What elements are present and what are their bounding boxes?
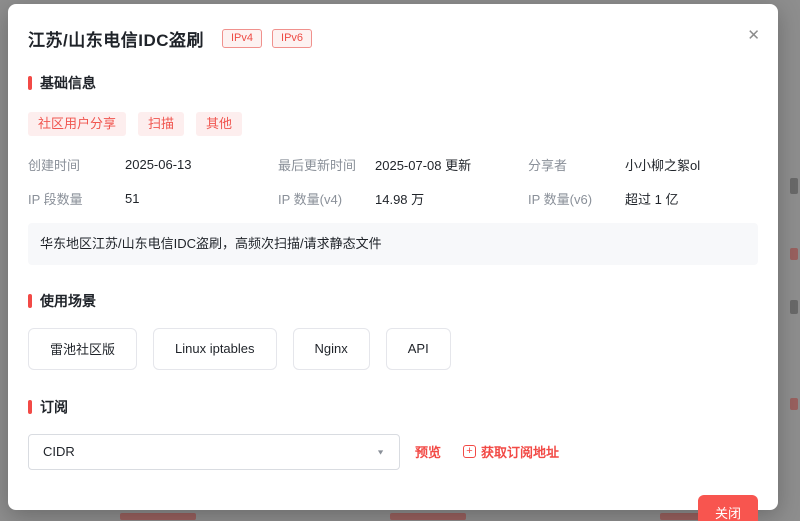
usage-iptables-button[interactable]: Linux iptables [153, 327, 277, 370]
created-time-label: 创建时间 [28, 157, 81, 173]
section-subscribe-label: 订阅 [40, 398, 68, 415]
ip-segment-count-label: IP 段数量 [28, 191, 83, 207]
tag-scan: 扫描 [138, 112, 185, 136]
backdrop-content-fragment [790, 248, 798, 260]
format-select[interactable]: CIDR ▼ [28, 433, 400, 470]
subscribe-row: CIDR ▼ 预览 + 获取订阅地址 [28, 433, 758, 470]
ipv6-badge: IPv6 [272, 28, 313, 49]
description-box: 华东地区江苏/山东电信IDC盗刷，高频次扫描/请求静态文件 [28, 222, 758, 265]
preview-link[interactable]: 预览 [415, 442, 441, 461]
created-time-value: 2025-06-13 [125, 156, 192, 172]
ipv4-count-value: 14.98 万 [375, 191, 425, 207]
backdrop-content-fragment [790, 300, 798, 314]
close-icon[interactable]: ✕ [743, 24, 764, 47]
section-subscribe: 订阅 [28, 397, 758, 417]
ipv4-badge: IPv4 [222, 28, 263, 49]
ipv4-count-label: IP 数量(v4) [278, 191, 343, 207]
last-update-value: 2025-07-08 更新 [375, 157, 472, 173]
section-basic-info-label: 基础信息 [40, 75, 96, 91]
get-subscribe-url-link[interactable]: + 获取订阅地址 [463, 442, 559, 461]
section-usage: 使用场景 [28, 291, 758, 311]
backdrop-content-fragment [790, 178, 798, 194]
tag-community-share: 社区用户分享 [28, 112, 127, 136]
ipv6-count-label: IP 数量(v6) [528, 191, 593, 207]
last-update-label: 最后更新时间 [278, 157, 357, 173]
modal-header: 江苏/山东电信IDC盗刷 IPv4 IPv6 ✕ [28, 26, 760, 51]
ip-segment-count-value: 51 [125, 190, 140, 206]
section-marker-bar [28, 293, 32, 308]
usage-safeline-button[interactable]: 雷池社区版 [28, 327, 138, 370]
sharer-value: 小小柳之絮ol [625, 157, 701, 173]
ip-group-detail-modal: 江苏/山东电信IDC盗刷 IPv4 IPv6 ✕ 基础信息 社区用户分享 扫描 … [8, 4, 778, 521]
ipv6-count-value: 超过 1 亿 [625, 191, 679, 207]
backdrop-content-fragment [790, 398, 798, 410]
section-marker-bar [28, 399, 32, 414]
section-usage-label: 使用场景 [40, 292, 96, 309]
get-subscribe-url-label: 获取订阅地址 [481, 445, 560, 461]
close-button[interactable]: 关闭 [697, 494, 758, 521]
usage-nginx-button[interactable]: Nginx [292, 327, 370, 370]
modal-title: 江苏/山东电信IDC盗刷 [28, 31, 204, 50]
basic-info-grid: 创建时间 2025-06-13 最后更新时间 2025-07-08 更新 分享者… [28, 155, 758, 208]
usage-api-button[interactable]: API [385, 327, 451, 370]
sharer-label: 分享者 [528, 157, 568, 173]
format-select-value: CIDR [43, 444, 75, 460]
usage-buttons-row: 雷池社区版 Linux iptables Nginx API [28, 327, 758, 370]
chevron-down-icon: ▼ [376, 447, 385, 456]
plus-box-icon: + [463, 445, 477, 459]
tags-row: 社区用户分享 扫描 其他 [28, 112, 758, 136]
modal-footer: 关闭 [28, 494, 758, 521]
section-marker-bar [28, 76, 32, 90]
tag-other: 其他 [196, 112, 243, 136]
section-basic-info: 基础信息 [28, 73, 758, 93]
